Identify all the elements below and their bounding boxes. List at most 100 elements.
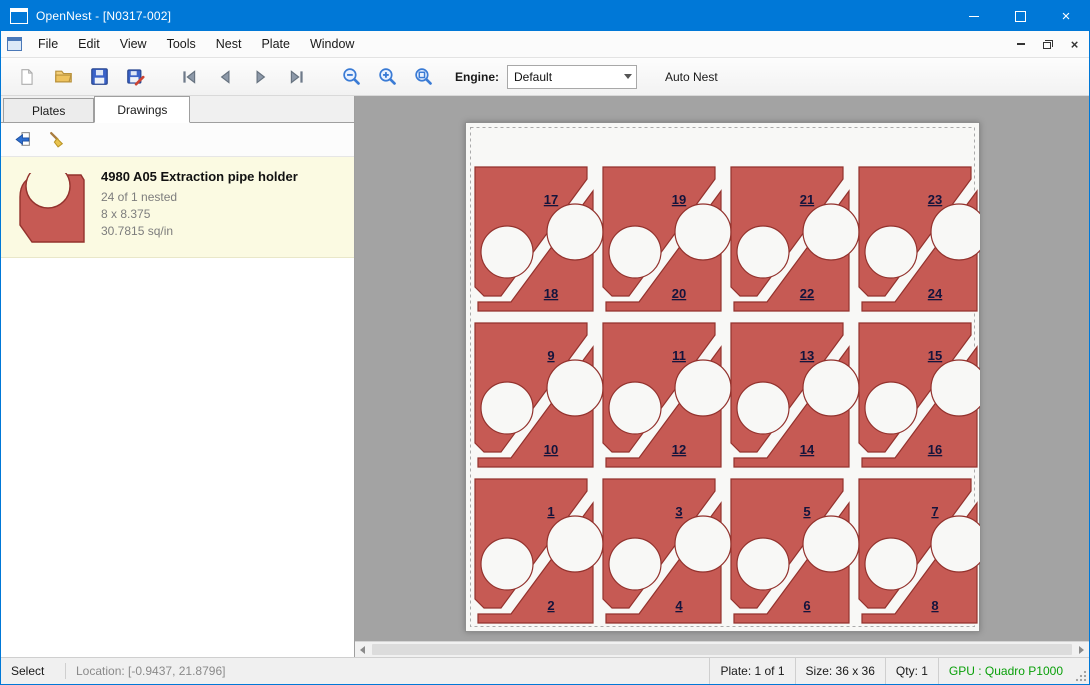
auto-nest-button[interactable]: Auto Nest (659, 66, 724, 88)
close-button[interactable]: × (1043, 1, 1089, 31)
part-number: 4 (675, 598, 683, 613)
part-number: 20 (671, 286, 685, 301)
zoom-in-button[interactable] (371, 62, 403, 92)
plate[interactable]: 171819202122232491011121314151612345678 (465, 122, 980, 632)
document-icon[interactable] (7, 37, 22, 51)
minimize-icon (969, 16, 979, 17)
new-file-button[interactable] (11, 62, 43, 92)
zoom-out-button[interactable] (335, 62, 367, 92)
nest-pair[interactable]: 78 (859, 479, 980, 623)
nest-svg: 171819202122232491011121314151612345678 (465, 122, 980, 632)
engine-value: Default (508, 70, 620, 84)
tab-drawings[interactable]: Drawings (94, 96, 190, 123)
part-number: 24 (927, 286, 942, 301)
scroll-left-icon[interactable] (355, 642, 370, 657)
menu-item-file[interactable]: File (28, 32, 68, 56)
zoom-extents-icon (414, 67, 433, 86)
horizontal-scrollbar[interactable] (355, 641, 1089, 657)
go-last-icon (288, 68, 306, 86)
resize-grip[interactable] (1073, 658, 1089, 684)
broom-icon (47, 130, 66, 149)
mdi-restore-button[interactable] (1035, 34, 1060, 54)
mdi-minimize-button[interactable] (1008, 34, 1033, 54)
panel-tabstrip: Plates Drawings (1, 96, 354, 123)
menu-bar: File Edit View Tools Nest Plate Window × (1, 31, 1089, 58)
save-as-button[interactable] (119, 62, 151, 92)
status-size: Size: 36 x 36 (795, 658, 885, 684)
menu-item-nest[interactable]: Nest (206, 32, 252, 56)
drawing-area: 30.7815 sq/in (101, 223, 298, 240)
scroll-right-icon[interactable] (1074, 642, 1089, 657)
save-button[interactable] (83, 62, 115, 92)
maximize-button[interactable] (997, 1, 1043, 31)
menu-item-window[interactable]: Window (300, 32, 364, 56)
status-spacer (235, 658, 709, 684)
window-title: OpenNest - [N0317-002] (36, 9, 171, 23)
go-previous-button[interactable] (209, 62, 241, 92)
status-gpu: GPU : Quadro P1000 (938, 658, 1073, 684)
save-icon (90, 67, 109, 86)
part-thumbnail (15, 167, 89, 247)
chevron-down-icon[interactable] (620, 74, 636, 79)
resize-grip-icon (1075, 670, 1087, 682)
part-number: 1 (547, 504, 554, 519)
part-number: 17 (543, 192, 557, 207)
mdi-close-button[interactable]: × (1062, 34, 1087, 54)
engine-select[interactable]: Default (507, 65, 637, 89)
part-number: 10 (543, 442, 557, 457)
status-mode: Select (1, 658, 65, 684)
go-previous-icon (216, 68, 234, 86)
mdi-restore-icon (1043, 40, 1053, 49)
zoom-out-icon (342, 67, 361, 86)
go-next-button[interactable] (245, 62, 277, 92)
part-number: 6 (803, 598, 810, 613)
maximize-icon (1015, 11, 1026, 22)
scrollbar-thumb[interactable] (372, 644, 1072, 655)
part-number: 22 (799, 286, 813, 301)
import-drawing-button[interactable] (7, 126, 37, 154)
go-first-button[interactable] (173, 62, 205, 92)
part-number: 2 (547, 598, 554, 613)
nest-pair[interactable]: 1516 (859, 323, 980, 467)
drawing-dimensions: 8 x 8.375 (101, 206, 298, 223)
drawing-list: 4980 A05 Extraction pipe holder 24 of 1 … (1, 157, 354, 657)
engine-label: Engine: (455, 70, 499, 84)
part-number: 15 (927, 348, 941, 363)
nest-pair[interactable]: 23 24 (859, 167, 980, 311)
part-number: 14 (799, 442, 814, 457)
menu-item-plate[interactable]: Plate (251, 32, 300, 56)
part-number: 9 (547, 348, 554, 363)
part-number: 8 (931, 598, 938, 613)
part-number: 21 (799, 192, 813, 207)
part-number: 3 (675, 504, 682, 519)
status-location: Location: [-0.9437, 21.8796] (66, 658, 235, 684)
part-number: 5 (803, 504, 810, 519)
mdi-close-icon: × (1071, 38, 1079, 51)
menu-item-tools[interactable]: Tools (157, 32, 206, 56)
part-number: 11 (672, 348, 686, 363)
drawing-list-item[interactable]: 4980 A05 Extraction pipe holder 24 of 1 … (1, 157, 354, 258)
status-plate: Plate: 1 of 1 (709, 658, 794, 684)
app-window: OpenNest - [N0317-002] × File Edit View … (0, 0, 1090, 685)
menu-item-edit[interactable]: Edit (68, 32, 110, 56)
open-folder-icon (54, 67, 73, 86)
tab-plates[interactable]: Plates (3, 98, 94, 122)
drawings-toolbar (1, 123, 354, 157)
main-canvas[interactable]: 171819202122232491011121314151612345678 (355, 96, 1089, 657)
zoom-extents-button[interactable] (407, 62, 439, 92)
import-drawing-icon (13, 130, 32, 149)
go-last-button[interactable] (281, 62, 313, 92)
part-number: 16 (927, 442, 941, 457)
menu-item-view[interactable]: View (110, 32, 157, 56)
save-as-icon (126, 67, 145, 86)
part-number: 19 (671, 192, 685, 207)
part-number: 23 (927, 192, 941, 207)
part-number: 18 (543, 286, 557, 301)
open-file-button[interactable] (47, 62, 79, 92)
minimize-button[interactable] (951, 1, 997, 31)
mdi-minimize-icon (1017, 43, 1025, 45)
zoom-in-icon (378, 67, 397, 86)
clean-button[interactable] (41, 126, 71, 154)
go-next-icon (252, 68, 270, 86)
part-number: 13 (799, 348, 813, 363)
